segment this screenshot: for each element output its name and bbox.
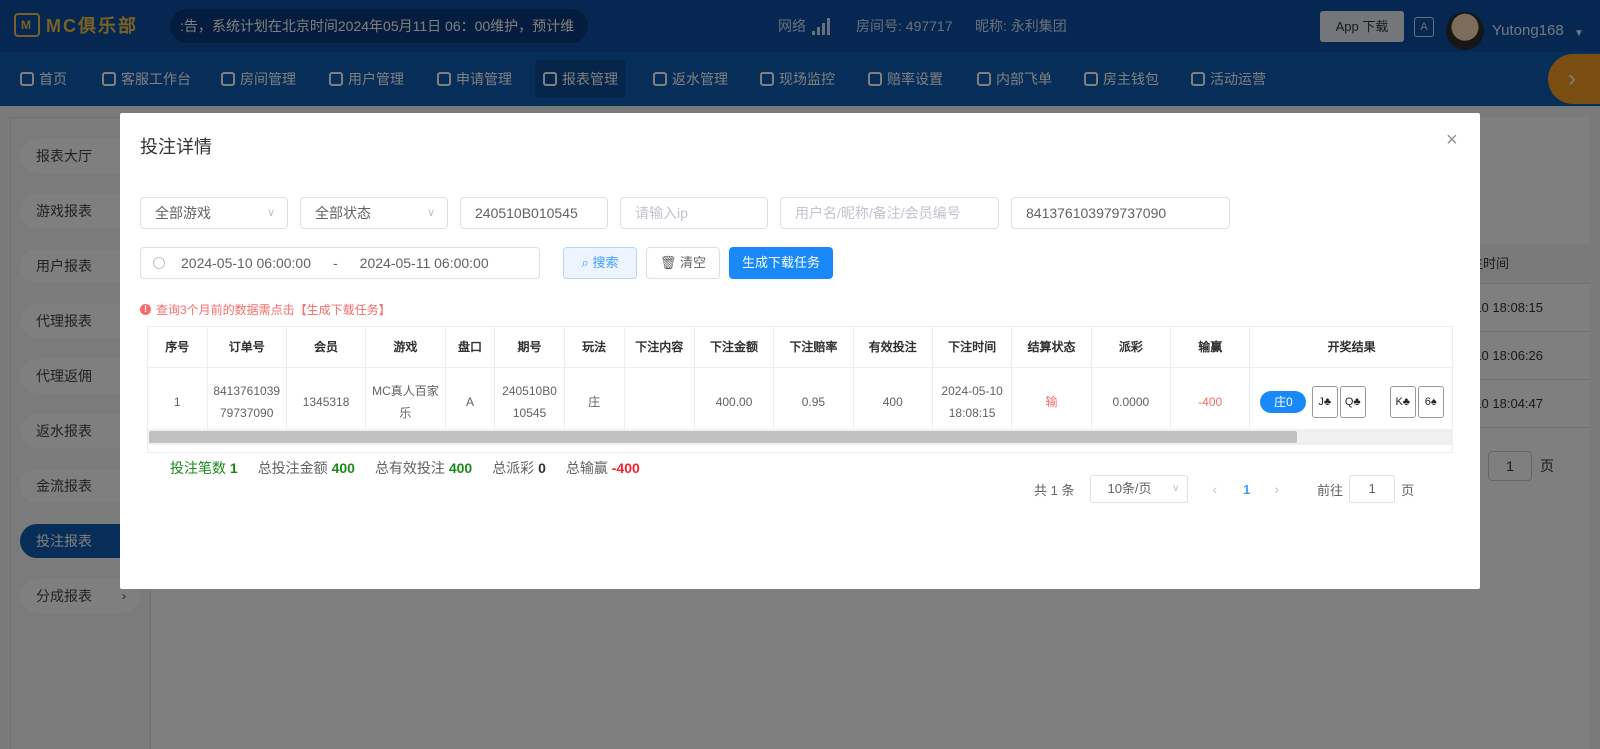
cell-index: 1	[148, 367, 208, 438]
summary-valid: 400	[448, 460, 473, 476]
game-select[interactable]: 全部游戏 ∨	[140, 197, 288, 229]
column-header: 序号	[148, 327, 208, 368]
modal-title: 投注详情	[140, 137, 212, 157]
trash-icon: 🗑	[659, 255, 681, 270]
page-number[interactable]: 1	[1243, 482, 1250, 497]
summary-count: 1	[229, 460, 238, 476]
column-header: 期号	[494, 327, 565, 368]
clock-icon	[153, 257, 165, 269]
cell-status: 输	[1011, 367, 1092, 438]
summary-total: 400	[331, 460, 355, 476]
generate-download-button[interactable]: 生成下载任务	[729, 247, 833, 279]
order-number-input[interactable]: 841376103979737090	[1011, 197, 1230, 229]
period-input[interactable]: 240510B010545	[460, 197, 608, 229]
playing-card-icon: J♣	[1311, 386, 1338, 418]
cell-game: MC真人百家乐	[365, 367, 446, 438]
scrollbar-thumb[interactable]	[149, 431, 1297, 443]
clear-button[interactable]: 🗑 清空	[646, 247, 720, 279]
chevron-down-icon: ∨	[266, 207, 275, 219]
status-select[interactable]: 全部状态 ∨	[300, 197, 448, 229]
cell-valid: 400	[853, 367, 933, 438]
page-unit: 页	[1401, 482, 1415, 498]
summary-winloss: -400	[611, 460, 640, 476]
column-header: 结算状态	[1011, 327, 1092, 368]
bet-detail-modal: 投注详情 × 全部游戏 ∨ 全部状态 ∨ 240510B010545 请输入ip 用…	[120, 113, 1480, 589]
date-start[interactable]: 2024-05-10 06:00:00	[181, 255, 311, 271]
search-button[interactable]: ⌕ 搜索	[563, 247, 637, 279]
date-end[interactable]: 2024-05-11 06:00:00	[360, 255, 489, 271]
bet-summary: 投注笔数 1 总投注金额 400 总有效投注 400 总派彩 0 总输赢 -40…	[170, 460, 640, 476]
horizontal-scrollbar[interactable]	[147, 429, 1453, 445]
cell-play: 庄	[564, 367, 625, 438]
playing-card-icon: Q♣	[1339, 386, 1366, 418]
ip-input[interactable]: 请输入ip	[620, 197, 768, 229]
column-header: 下注金额	[694, 327, 775, 368]
cell-order: 841376103979737090	[207, 367, 287, 438]
cell-handicap: A	[445, 367, 496, 438]
close-icon[interactable]: ×	[1446, 129, 1458, 152]
column-header: 盘口	[445, 327, 496, 368]
pagination-total: 共 1 条	[1034, 482, 1075, 498]
table-header-row: 序号 订单号 会员 游戏 盘口 期号 玩法 下注内容 下注金额 下注赔率 有效投…	[148, 327, 1452, 368]
column-header: 会员	[286, 327, 367, 368]
cell-odds: 0.95	[773, 367, 854, 438]
prev-page-icon[interactable]: ‹	[1212, 481, 1217, 497]
cell-payout: 0.0000	[1091, 367, 1172, 438]
cell-result: 庄0 J♣ Q♣ K♣ 6♠	[1249, 367, 1452, 438]
chevron-down-icon: ∨	[1172, 483, 1180, 494]
page-size-select[interactable]: 10条/页 ∨	[1090, 475, 1189, 503]
date-separator: -	[333, 255, 338, 271]
chevron-down-icon: ∨	[426, 207, 435, 219]
goto-label: 前往	[1317, 482, 1344, 498]
summary-payout: 0	[538, 460, 546, 476]
cell-period: 240510B010545	[494, 367, 565, 438]
cell-member: 1345318	[286, 367, 367, 438]
column-header: 下注时间	[932, 327, 1013, 368]
pagination: 共 1 条 10条/页 ∨ ‹ 1 › 前往 1 页	[1034, 475, 1414, 503]
column-header: 下注内容	[624, 327, 695, 368]
playing-card-icon: K♣	[1389, 386, 1416, 418]
result-badge: 庄0	[1260, 391, 1307, 413]
column-header: 玩法	[564, 327, 625, 368]
column-header: 下注赔率	[773, 327, 854, 368]
column-header: 输赢	[1170, 327, 1251, 368]
playing-card-icon: 6♠	[1417, 386, 1444, 418]
column-header: 派彩	[1091, 327, 1172, 368]
column-header: 游戏	[365, 327, 446, 368]
column-header: 开奖结果	[1249, 327, 1452, 368]
goto-page-input[interactable]: 1	[1349, 475, 1396, 503]
search-icon: ⌕	[581, 255, 593, 270]
alert-icon: !	[140, 304, 151, 315]
cell-content	[624, 367, 695, 438]
next-page-icon[interactable]: ›	[1274, 481, 1279, 497]
cell-time: 2024-05-10 18:08:15	[932, 367, 1013, 438]
cell-winloss: -400	[1170, 367, 1251, 438]
warning-message: ! 查询3个月前的数据需点击【生成下载任务】	[140, 301, 391, 318]
user-search-input[interactable]: 用户名/昵称/备注/会员编号	[780, 197, 999, 229]
date-range-picker[interactable]: 2024-05-10 06:00:00 - 2024-05-11 06:00:0…	[140, 247, 540, 279]
column-header: 有效投注	[853, 327, 933, 368]
table-row: 1 841376103979737090 1345318 MC真人百家乐 A 2…	[148, 367, 1452, 438]
cell-amount: 400.00	[694, 367, 775, 438]
column-header: 订单号	[207, 327, 287, 368]
